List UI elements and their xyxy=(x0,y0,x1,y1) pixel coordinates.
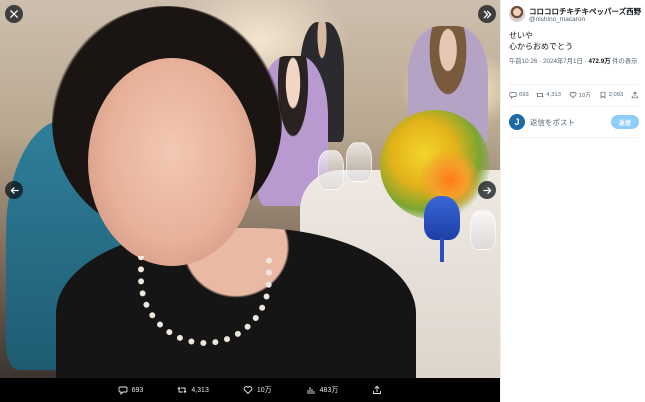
heart-icon xyxy=(569,91,577,98)
viewer-reply-button[interactable]: 693 xyxy=(118,385,144,395)
photo-subject-face xyxy=(88,58,256,266)
divider xyxy=(509,106,638,107)
tweet-view-count: 472.9万 xyxy=(588,58,611,65)
bookmark-icon xyxy=(600,91,606,99)
retweet-icon xyxy=(177,386,187,394)
tweet-text-line: せいや xyxy=(509,31,533,40)
tweet-timestamp[interactable]: 午前10:26 · 2024年7月1日 · xyxy=(509,58,588,65)
viewer-like-count: 10万 xyxy=(256,387,272,394)
reply-composer: J 返信をポスト 返信 xyxy=(509,112,639,132)
author-avatar[interactable] xyxy=(509,6,525,22)
double-chevron-right-icon xyxy=(483,10,491,18)
close-button[interactable] xyxy=(5,5,23,23)
views-icon xyxy=(307,387,315,394)
current-user-avatar[interactable]: J xyxy=(509,114,525,130)
like-button[interactable]: 10万 xyxy=(569,90,591,99)
tweet-detail-panel: コロコロチキチキペッパーズ西野 @nishino_macaron ··· せいや… xyxy=(500,0,645,402)
share-icon xyxy=(631,91,639,98)
tweet-meta: 午前10:26 · 2024年7月1日 · 472.9万 件の表示 xyxy=(509,57,641,67)
photo-wine-glass xyxy=(318,150,344,190)
retweet-button[interactable]: 4,313 xyxy=(536,90,561,99)
share-button[interactable] xyxy=(631,90,639,99)
author-handle[interactable]: @nishino_macaron xyxy=(529,16,585,23)
tweet-view-label: 件の表示 xyxy=(610,58,638,65)
retweet-icon xyxy=(536,91,544,98)
divider xyxy=(509,84,638,85)
viewer-retweet-button[interactable]: 4,313 xyxy=(177,385,209,395)
close-icon xyxy=(10,10,18,18)
tweet-author: コロコロチキチキペッパーズ西野 @nishino_macaron ··· xyxy=(509,4,641,26)
heart-icon xyxy=(243,386,253,395)
tweet-text: せいや 心からおめでとう xyxy=(509,30,639,52)
bookmark-button[interactable]: 2,093 xyxy=(599,90,624,99)
photo-wine-glass xyxy=(470,210,496,250)
previous-media-button[interactable] xyxy=(5,181,23,199)
expand-panel-button[interactable] xyxy=(478,5,496,23)
arrow-right-icon xyxy=(482,186,491,194)
tweet-text-line: 心からおめでとう xyxy=(509,42,573,51)
more-options-button[interactable]: ··· xyxy=(631,6,642,16)
viewer-share-button[interactable] xyxy=(372,385,382,395)
bookmark-count: 2,093 xyxy=(608,91,624,98)
viewer-reply-count: 693 xyxy=(131,386,144,394)
more-icon: ··· xyxy=(630,6,641,16)
divider xyxy=(509,137,638,138)
photo-wine-glass xyxy=(346,142,372,182)
photo-blue-goblet xyxy=(424,196,460,240)
tweet-photo[interactable] xyxy=(0,0,500,378)
reply-submit-button[interactable]: 返信 xyxy=(611,115,639,129)
reply-icon xyxy=(509,91,517,99)
like-count: 10万 xyxy=(578,93,591,99)
reply-icon xyxy=(118,386,128,395)
viewer-retweet-count: 4,313 xyxy=(191,386,209,394)
viewer-like-button[interactable]: 10万 xyxy=(243,385,272,395)
media-viewer: 693 4,313 10万 483万 xyxy=(0,0,500,402)
viewer-views-button[interactable]: 483万 xyxy=(306,385,339,395)
reply-button[interactable]: 693 xyxy=(509,90,529,99)
retweet-count: 4,313 xyxy=(546,91,561,98)
viewer-views-count: 483万 xyxy=(319,387,339,394)
photo-goblet-stem xyxy=(440,238,444,262)
arrow-left-icon xyxy=(10,186,19,194)
tweet-stats: 693 4,313 10万 2,093 xyxy=(509,90,639,99)
next-media-button[interactable] xyxy=(478,181,496,199)
media-action-bar: 693 4,313 10万 483万 xyxy=(0,378,500,402)
reply-input[interactable]: 返信をポスト xyxy=(530,117,575,128)
reply-count: 693 xyxy=(519,91,529,98)
share-icon xyxy=(373,385,382,394)
